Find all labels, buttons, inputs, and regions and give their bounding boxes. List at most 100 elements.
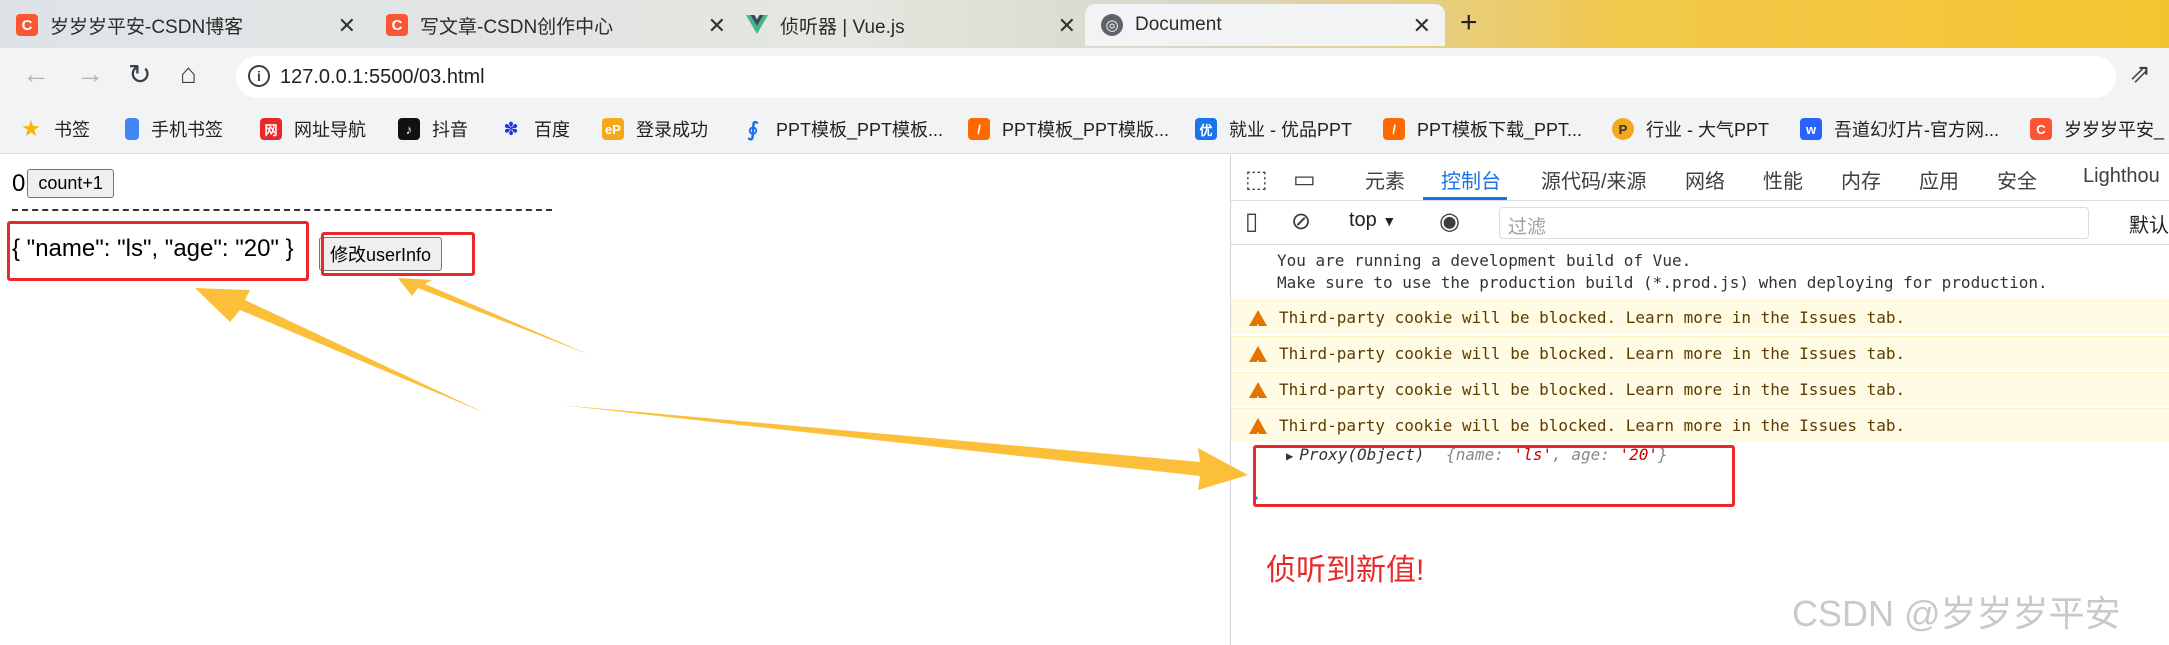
tab-document[interactable]: ◎ Document ✕	[1085, 4, 1445, 46]
tab-lighthouse[interactable]: Lighthou	[2083, 165, 2160, 188]
console-filter-input[interactable]: 过滤	[1499, 207, 2089, 239]
sidebar-toggle-icon[interactable]: ▯	[1245, 207, 1258, 236]
warning-icon	[1249, 310, 1267, 346]
log-levels-dropdown[interactable]: 默认	[2129, 209, 2169, 238]
tab-title: Document	[1135, 14, 1222, 35]
divider	[12, 209, 552, 211]
tab-elements[interactable]: 元素	[1365, 165, 1405, 194]
close-icon[interactable]: ✕	[708, 13, 726, 39]
tab-console[interactable]: 控制台	[1441, 165, 1501, 194]
counter-row: 0 count+1	[12, 169, 114, 198]
inspect-icon[interactable]: ⬚	[1245, 165, 1268, 194]
close-icon[interactable]: ✕	[1413, 13, 1431, 39]
csdn-icon: C	[16, 14, 38, 36]
bookmark-label: 抖音	[432, 120, 468, 140]
bookmark-item[interactable]: ★ 书签	[20, 116, 90, 142]
bookmark-item[interactable]: P 行业 - 大气PPT	[1612, 116, 1769, 142]
ppt-icon: /	[968, 118, 990, 140]
star-icon: ★	[21, 116, 41, 141]
eye-icon[interactable]: ◉	[1439, 207, 1460, 236]
page-content: 0 count+1 { "name": "ls", "age": "20" } …	[0, 155, 1230, 645]
tab-csdn-blog[interactable]: C 岁岁岁平安-CSDN博客 ✕	[0, 4, 370, 46]
tab-network[interactable]: 网络	[1685, 165, 1725, 194]
forward-icon[interactable]: →	[76, 58, 104, 90]
baidu-icon: ✽	[503, 118, 519, 139]
bookmark-label: 网址导航	[294, 120, 366, 140]
back-icon[interactable]: ←	[22, 58, 50, 90]
tab-security[interactable]: 安全	[1997, 165, 2037, 194]
annotation-caption: 侦听到新值!	[1266, 554, 1425, 587]
console-warning: Third-party cookie will be blocked. Lear…	[1231, 336, 2169, 382]
device-toolbar-icon[interactable]: ▭	[1293, 165, 1316, 194]
console-warning: Third-party cookie will be blocked. Lear…	[1231, 300, 2169, 346]
context-label: top	[1349, 209, 1377, 231]
bookmark-item[interactable]: / PPT模板_PPT模版...	[968, 116, 1169, 142]
warning-icon	[1249, 418, 1267, 454]
tab-sources[interactable]: 源代码/来源	[1541, 165, 1647, 194]
tab-title: 写文章-CSDN创作中心	[420, 16, 614, 38]
bookmark-item[interactable]: ♪ 抖音	[398, 116, 468, 142]
console-warning: Third-party cookie will be blocked. Lear…	[1231, 372, 2169, 418]
highlight-box-json	[7, 221, 309, 281]
tab-vue-watchers[interactable]: 侦听器 | Vue.js ✕	[730, 4, 1090, 46]
bookmark-label: 吾道幻灯片-官方网...	[1834, 120, 1999, 140]
console-warning: Third-party cookie will be blocked. Lear…	[1231, 408, 2169, 454]
console-message: You are running a development build of V…	[1277, 251, 1692, 270]
bookmark-item[interactable]: ✽ 百度	[500, 116, 570, 142]
bookmark-item[interactable]: C 岁岁岁平安_	[2030, 116, 2164, 142]
new-tab-button[interactable]: +	[1460, 6, 1478, 40]
browser-window: C 岁岁岁平安-CSDN博客 ✕ C 写文章-CSDN创作中心 ✕ 侦听器 | …	[0, 0, 2169, 645]
url-field[interactable]: i 127.0.0.1:5500/03.html	[236, 56, 2116, 98]
ppt-icon: ∮	[747, 118, 759, 141]
active-tab-indicator	[1423, 197, 1507, 200]
close-icon[interactable]: ✕	[1058, 13, 1076, 39]
devtools-tabs: ⬚ ▭ 元素 控制台 源代码/来源 网络 性能 内存 应用 安全 Lightho…	[1231, 155, 2169, 201]
url-text: 127.0.0.1:5500/03.html	[280, 66, 485, 88]
youpin-icon: 优	[1195, 118, 1217, 140]
bookmark-item[interactable]: 手机书签	[125, 116, 223, 142]
home-icon[interactable]: ⌂	[180, 58, 197, 90]
warning-icon	[1249, 382, 1267, 418]
warning-icon	[1249, 346, 1267, 382]
warning-text: Third-party cookie will be blocked. Lear…	[1279, 344, 1906, 363]
tab-strip: C 岁岁岁平安-CSDN博客 ✕ C 写文章-CSDN创作中心 ✕ 侦听器 | …	[0, 0, 2169, 48]
tab-application[interactable]: 应用	[1919, 165, 1959, 194]
bookmark-label: 登录成功	[636, 120, 708, 140]
bookmark-item[interactable]: 网网址导航	[260, 116, 366, 142]
ep-icon: eP	[602, 118, 624, 140]
warning-text: Third-party cookie will be blocked. Lear…	[1279, 380, 1906, 399]
warning-text: Third-party cookie will be blocked. Lear…	[1279, 416, 1906, 435]
bookmark-item[interactable]: ∮ PPT模板_PPT模板...	[742, 116, 943, 142]
bookmark-item[interactable]: w 吾道幻灯片-官方网...	[1800, 116, 1999, 142]
nav-icon: 网	[260, 118, 282, 140]
close-icon[interactable]: ✕	[338, 13, 356, 39]
tab-performance[interactable]: 性能	[1763, 165, 1803, 194]
bookmark-item[interactable]: 优就业 - 优品PPT	[1195, 116, 1352, 142]
bookmark-label: 手机书签	[151, 120, 223, 140]
bookmark-label: 书签	[54, 120, 90, 140]
bookmark-item[interactable]: eP 登录成功	[602, 116, 708, 142]
bookmark-label: 就业 - 优品PPT	[1229, 120, 1353, 140]
site-info-icon[interactable]: i	[248, 65, 270, 87]
count-value: 0	[12, 169, 26, 197]
bookmark-label: PPT模板_PPT模版...	[1002, 120, 1170, 140]
console-toolbar: ▯ ⊘ top ▼ ◉ 过滤 默认	[1231, 201, 2169, 245]
douyin-icon: ♪	[398, 118, 420, 140]
wudao-icon: w	[1800, 118, 1822, 140]
tab-memory[interactable]: 内存	[1841, 165, 1881, 194]
tab-csdn-editor[interactable]: C 写文章-CSDN创作中心 ✕	[370, 4, 740, 46]
phone-icon	[125, 118, 139, 140]
reload-icon[interactable]: ↻	[128, 58, 151, 91]
bookmark-item[interactable]: / PPT模板下载_PPT...	[1383, 116, 1582, 142]
share-icon[interactable]: ⇗	[2129, 58, 2151, 89]
bookmark-label: PPT模板下载_PPT...	[1417, 120, 1583, 140]
warning-text: Third-party cookie will be blocked. Lear…	[1279, 308, 1906, 327]
context-selector[interactable]: top ▼	[1349, 209, 1396, 232]
highlight-box-console	[1253, 445, 1735, 507]
bookmark-label: 岁岁岁平安_	[2064, 120, 2165, 140]
csdn-icon: C	[2030, 118, 2052, 140]
clear-console-icon[interactable]: ⊘	[1291, 207, 1311, 236]
count-increment-button[interactable]: count+1	[27, 169, 114, 198]
p-icon: P	[1612, 118, 1634, 140]
console-message: Make sure to use the production build (*…	[1277, 273, 2048, 292]
